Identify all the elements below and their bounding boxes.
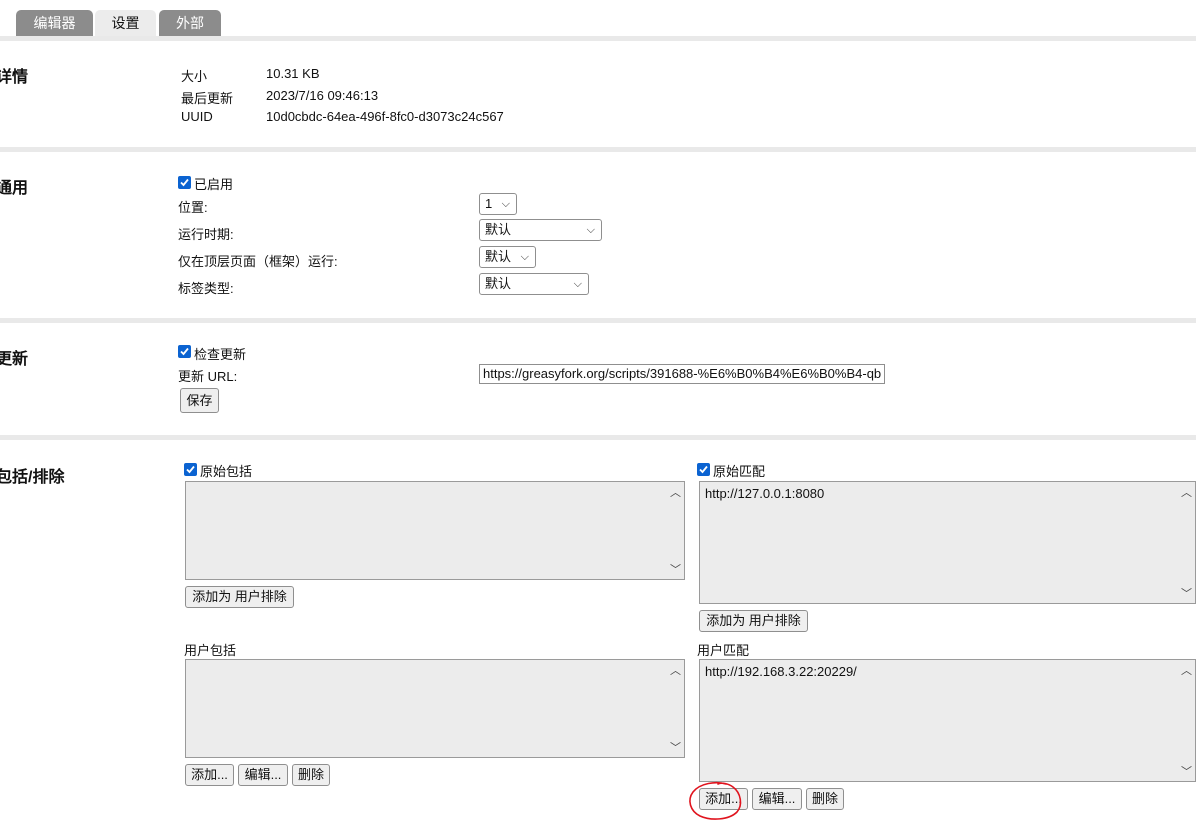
original-include-label: 原始包括 — [200, 464, 253, 479]
scroll-down-icon[interactable]: ﹀ — [1181, 585, 1192, 601]
scroll-up-icon[interactable]: ︿ — [1181, 662, 1192, 678]
checkmark-icon — [180, 178, 189, 187]
user-include-list[interactable]: ︿ ﹀ — [185, 659, 685, 758]
run-at-select[interactable]: 默认 ⌵ — [479, 219, 602, 241]
chevron-down-icon: ⌵ — [520, 251, 529, 263]
user-match-delete-button[interactable]: 删除 — [806, 788, 844, 810]
update-url-input[interactable]: https://greasyfork.org/scripts/391688-%E… — [479, 364, 885, 384]
chevron-down-icon: ⌵ — [573, 278, 582, 290]
chevron-down-icon: ⌵ — [586, 224, 595, 236]
save-button[interactable]: 保存 — [180, 388, 219, 413]
list-item[interactable]: http://127.0.0.1:8080 — [705, 486, 1190, 501]
top-frame-label: 仅在顶层页面（框架）运行: — [178, 254, 338, 269]
checkmark-icon — [699, 465, 708, 474]
original-match-list[interactable]: http://127.0.0.1:8080 ︿ ﹀ — [699, 481, 1196, 604]
check-updates-label: 检查更新 — [194, 347, 247, 362]
tab-externals[interactable]: 外部 — [159, 10, 221, 36]
detail-value-size: 10.31 KB — [266, 66, 320, 81]
scroll-down-icon[interactable]: ﹀ — [1181, 763, 1192, 779]
annotation-circle — [689, 781, 742, 820]
update-url-label: 更新 URL: — [178, 369, 238, 384]
section-title-update: 更新 — [0, 351, 29, 368]
top-frame-select-value: 默认 — [485, 249, 512, 264]
original-include-list[interactable]: ︿ ﹀ — [185, 481, 685, 580]
scroll-down-icon[interactable]: ﹀ — [670, 561, 681, 577]
run-at-label: 运行时期: — [178, 227, 234, 242]
user-match-label: 用户匹配 — [697, 643, 750, 658]
user-include-label: 用户包括 — [184, 643, 237, 658]
section-title-details: 详情 — [0, 69, 29, 86]
chevron-down-icon: ⌵ — [501, 198, 510, 210]
top-frame-select[interactable]: 默认 ⌵ — [479, 246, 536, 268]
detail-value-uuid: 10d0cbdc-64ea-496f-8fc0-d3073c24c567 — [266, 109, 504, 124]
original-match-label: 原始匹配 — [713, 464, 766, 479]
enabled-checkbox[interactable] — [178, 176, 191, 189]
tab-settings[interactable]: 设置 — [95, 10, 156, 36]
user-include-add-button[interactable]: 添加... — [185, 764, 234, 786]
detail-value-last-updated: 2023/7/16 09:46:13 — [266, 88, 379, 103]
original-include-checkbox[interactable] — [184, 463, 197, 476]
detail-label-last-updated: 最后更新 — [181, 91, 234, 106]
detail-label-size: 大小 — [181, 69, 208, 84]
list-item[interactable]: http://192.168.3.22:20229/ — [705, 664, 1190, 679]
divider — [0, 435, 1196, 440]
section-title-general: 通用 — [0, 180, 29, 197]
section-title-includes: 包括/排除 — [0, 469, 65, 486]
run-at-select-value: 默认 — [485, 222, 512, 237]
check-updates-checkbox[interactable] — [178, 345, 191, 358]
tab-editor[interactable]: 编辑器 — [16, 10, 93, 36]
enabled-label: 已启用 — [194, 177, 234, 192]
checkmark-icon — [180, 347, 189, 356]
position-select-value: 1 — [485, 196, 493, 211]
scroll-up-icon[interactable]: ︿ — [670, 484, 681, 500]
add-as-user-exclude-button[interactable]: 添加为 用户排除 — [185, 586, 294, 608]
position-select[interactable]: 1 ⌵ — [479, 193, 517, 215]
tag-type-label: 标签类型: — [178, 281, 234, 296]
user-include-edit-button[interactable]: 编辑... — [238, 764, 288, 786]
user-match-list[interactable]: http://192.168.3.22:20229/ ︿ ﹀ — [699, 659, 1196, 782]
detail-label-uuid: UUID — [181, 109, 213, 124]
tag-type-select[interactable]: 默认 ⌵ — [479, 273, 589, 295]
add-as-user-exclude-button-match[interactable]: 添加为 用户排除 — [699, 610, 808, 632]
original-match-checkbox[interactable] — [697, 463, 710, 476]
tag-type-select-value: 默认 — [485, 276, 512, 291]
scroll-up-icon[interactable]: ︿ — [670, 662, 681, 678]
checkmark-icon — [186, 465, 195, 474]
user-include-delete-button[interactable]: 删除 — [292, 764, 330, 786]
divider — [0, 318, 1196, 323]
user-match-edit-button[interactable]: 编辑... — [752, 788, 802, 810]
scroll-down-icon[interactable]: ﹀ — [670, 739, 681, 755]
position-label: 位置: — [178, 200, 208, 215]
divider — [0, 36, 1196, 41]
scroll-up-icon[interactable]: ︿ — [1181, 484, 1192, 500]
divider — [0, 147, 1196, 152]
